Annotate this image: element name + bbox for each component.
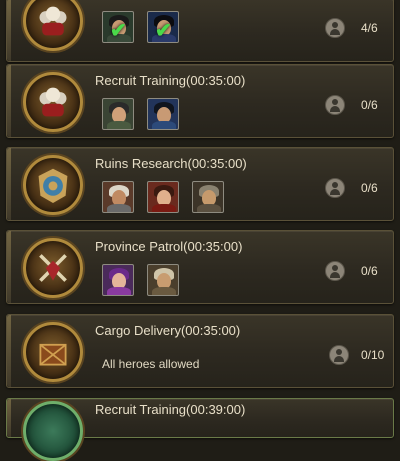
hero-portrait[interactable]: [102, 98, 134, 130]
hero-count: 0/6: [361, 98, 378, 112]
task-title: Cargo Delivery(00:35:00): [95, 323, 241, 338]
task-title: Recruit Training(00:35:00): [95, 73, 246, 88]
hero-count: 4/6: [361, 21, 378, 35]
hero-slots: [102, 98, 179, 132]
check-icon: ✔: [110, 20, 127, 42]
person-icon: [329, 345, 349, 365]
task-title: Ruins Research(00:35:00): [95, 156, 247, 171]
hero-slots: [102, 264, 179, 298]
task-list: ✔ ✔ 4/6 Recruit Training(00:35:00) 0/6 R…: [0, 0, 400, 461]
person-icon: [325, 18, 345, 38]
gear-shield-emblem-icon: [23, 155, 83, 215]
arab-heroes-emblem-icon: [23, 0, 83, 51]
check-icon: ✔: [155, 20, 172, 42]
task-card-province-patrol[interactable]: Province Patrol(00:35:00) 0/6: [6, 230, 394, 304]
hero-portrait[interactable]: ✔: [102, 11, 134, 43]
crossed-swords-emblem-icon: [23, 238, 83, 298]
task-card-recruit-training[interactable]: Recruit Training(00:35:00) 0/6: [6, 64, 394, 138]
person-icon: [325, 95, 345, 115]
hero-portrait[interactable]: [147, 181, 179, 213]
arab-heroes-emblem-icon: [23, 72, 83, 132]
hero-portrait[interactable]: [102, 181, 134, 213]
hero-count: 0/10: [361, 348, 385, 362]
hero-portrait[interactable]: [147, 98, 179, 130]
hero-count: 0/6: [361, 264, 378, 278]
cargo-crate-emblem-icon: [23, 322, 83, 382]
task-card-cargo-delivery[interactable]: Cargo Delivery(00:35:00) All heroes allo…: [6, 314, 394, 388]
task-card-recruit-training-2[interactable]: Recruit Training(00:39:00): [6, 398, 394, 461]
green-emblem-icon: [23, 401, 83, 461]
hero-slots: ✔ ✔: [102, 11, 179, 45]
task-title: Province Patrol(00:35:00): [95, 239, 243, 254]
hero-count: 0/6: [361, 181, 378, 195]
hero-portrait[interactable]: [102, 264, 134, 296]
hero-slots: [102, 181, 224, 215]
heroes-allowed-note: All heroes allowed: [102, 357, 200, 371]
task-card-1[interactable]: ✔ ✔ 4/6: [6, 0, 394, 62]
hero-portrait[interactable]: ✔: [147, 11, 179, 43]
person-icon: [325, 261, 345, 281]
hero-portrait[interactable]: [147, 264, 179, 296]
person-icon: [325, 178, 345, 198]
hero-portrait[interactable]: [192, 181, 224, 213]
task-card-ruins-research[interactable]: Ruins Research(00:35:00) 0/6: [6, 147, 394, 221]
